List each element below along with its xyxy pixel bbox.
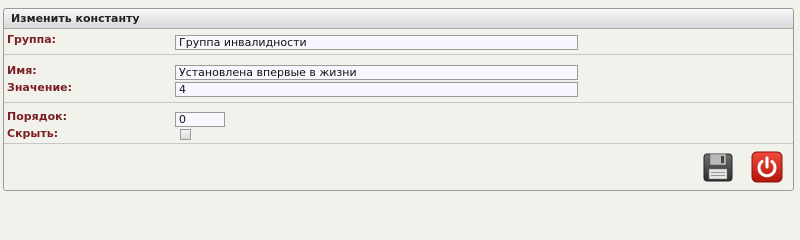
panel-title: Изменить константу: [4, 9, 793, 29]
separator: [4, 143, 793, 144]
hide-checkbox[interactable]: [180, 129, 191, 140]
name-field[interactable]: Установлена впервые в жизни: [175, 65, 578, 80]
edit-constant-panel: Изменить константу Группа: Группа инвали…: [3, 8, 794, 191]
order-field[interactable]: 0: [175, 112, 225, 127]
power-icon: [751, 151, 783, 183]
separator: [4, 102, 793, 103]
hide-label: Скрыть:: [7, 127, 59, 140]
name-label: Имя:: [7, 64, 37, 77]
separator: [4, 54, 793, 55]
group-field[interactable]: Группа инвалидности: [175, 35, 578, 50]
floppy-disk-icon: [703, 153, 733, 182]
order-label: Порядок:: [7, 110, 68, 123]
save-button[interactable]: [702, 151, 734, 183]
value-field[interactable]: 4: [175, 82, 578, 97]
exit-button[interactable]: [751, 151, 783, 183]
group-label: Группа:: [7, 33, 57, 46]
value-label: Значение:: [7, 81, 73, 94]
